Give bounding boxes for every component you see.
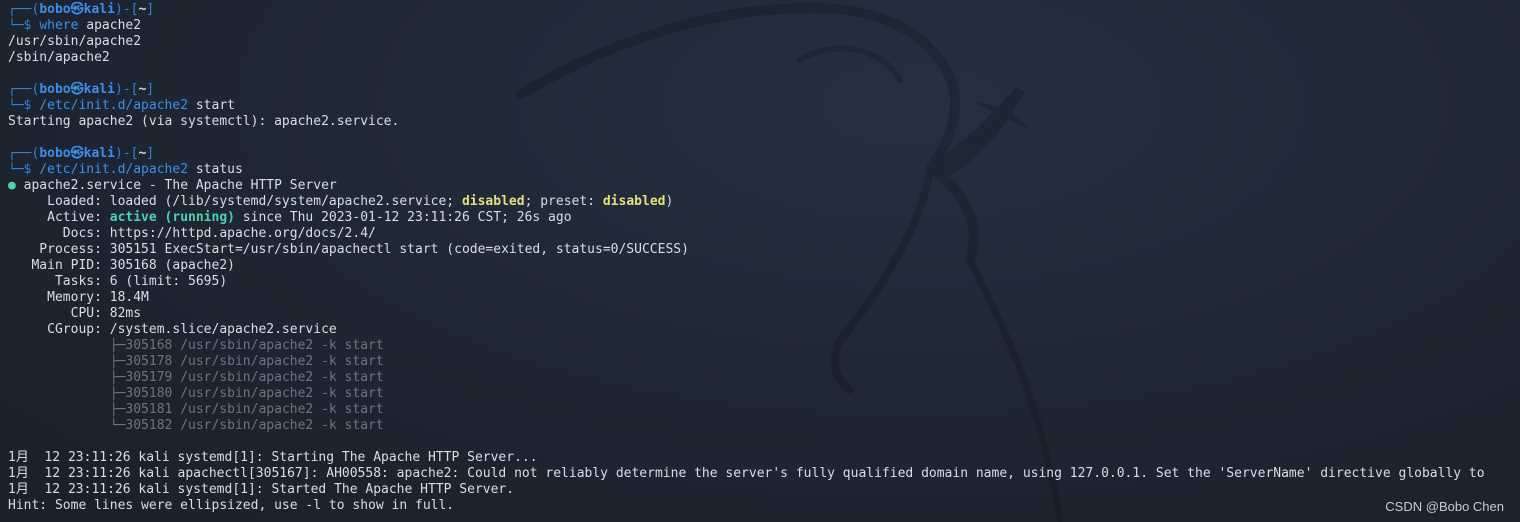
output-line: /sbin/apache2	[8, 50, 110, 65]
status-field: Memory: 18.4M	[8, 290, 149, 305]
active-state: active (running)	[109, 210, 235, 225]
command-line: └─$ where apache2	[8, 18, 142, 33]
prompt-host: kali	[83, 146, 115, 161]
status-field: CGroup: /system.slice/apache2.service	[8, 322, 337, 337]
prompt-line: ┌──(bobo㉿kali)-[~]	[8, 82, 155, 97]
output-line: /usr/sbin/apache2	[8, 34, 142, 49]
log-line: 1月 12 23:11:26 kali systemd[1]: Starting…	[8, 450, 538, 465]
prompt-user: bobo	[39, 146, 71, 161]
prompt-line: ┌──(bobo㉿kali)-[~]	[8, 2, 155, 17]
status-field: CPU: 82ms	[8, 306, 142, 321]
command-args: start	[188, 98, 235, 113]
prompt-user: bobo	[39, 2, 71, 17]
command-args: status	[188, 162, 243, 177]
cgroup-process: ├─305179 /usr/sbin/apache2 -k start	[109, 370, 384, 385]
command: where	[39, 18, 79, 33]
prompt-host: kali	[83, 82, 115, 97]
watermark: CSDN @Bobo Chen	[1385, 499, 1504, 514]
command: /etc/init.d/apache2	[39, 162, 189, 177]
status-field: Process: 305151 ExecStart=/usr/sbin/apac…	[8, 242, 689, 257]
prompt-line: ┌──(bobo㉿kali)-[~]	[8, 146, 155, 161]
command-line: └─$ /etc/init.d/apache2 status	[8, 162, 243, 177]
prompt-user: bobo	[39, 82, 71, 97]
status-field: Main PID: 305168 (apache2)	[8, 258, 235, 273]
terminal-window[interactable]: ┌──(bobo㉿kali)-[~] └─$ where apache2 /us…	[0, 0, 1520, 522]
status-active: Active: active (running) since Thu 2023-…	[8, 210, 572, 225]
cgroup-process: ├─305180 /usr/sbin/apache2 -k start	[109, 386, 384, 401]
command-args: apache2	[78, 18, 142, 33]
log-line: 1月 12 23:11:26 kali systemd[1]: Started …	[8, 482, 515, 497]
status-field: Tasks: 6 (limit: 5695)	[8, 274, 228, 289]
status-loaded: Loaded: loaded (/lib/systemd/system/apac…	[8, 194, 674, 209]
hint-line: Hint: Some lines were ellipsized, use -l…	[8, 498, 455, 513]
status-dot-icon: ●	[8, 178, 16, 193]
command: /etc/init.d/apache2	[39, 98, 189, 113]
cgroup-process: ├─305168 /usr/sbin/apache2 -k start	[109, 338, 384, 353]
prompt-host: kali	[83, 2, 115, 17]
terminal-output: ┌──(bobo㉿kali)-[~] └─$ where apache2 /us…	[8, 2, 1520, 514]
loaded-state: disabled	[461, 194, 525, 209]
cgroup-process: └─305182 /usr/sbin/apache2 -k start	[109, 418, 384, 433]
output-line: Starting apache2 (via systemctl): apache…	[8, 114, 400, 129]
command-line: └─$ /etc/init.d/apache2 start	[8, 98, 235, 113]
preset-state: disabled	[602, 194, 666, 209]
status-field: Docs: https://httpd.apache.org/docs/2.4/	[8, 226, 376, 241]
log-line: 1月 12 23:11:26 kali apachectl[305167]: A…	[8, 466, 1485, 481]
cgroup-process: ├─305181 /usr/sbin/apache2 -k start	[109, 402, 384, 417]
cgroup-process: ├─305178 /usr/sbin/apache2 -k start	[109, 354, 384, 369]
service-header: ● apache2.service - The Apache HTTP Serv…	[8, 178, 337, 193]
